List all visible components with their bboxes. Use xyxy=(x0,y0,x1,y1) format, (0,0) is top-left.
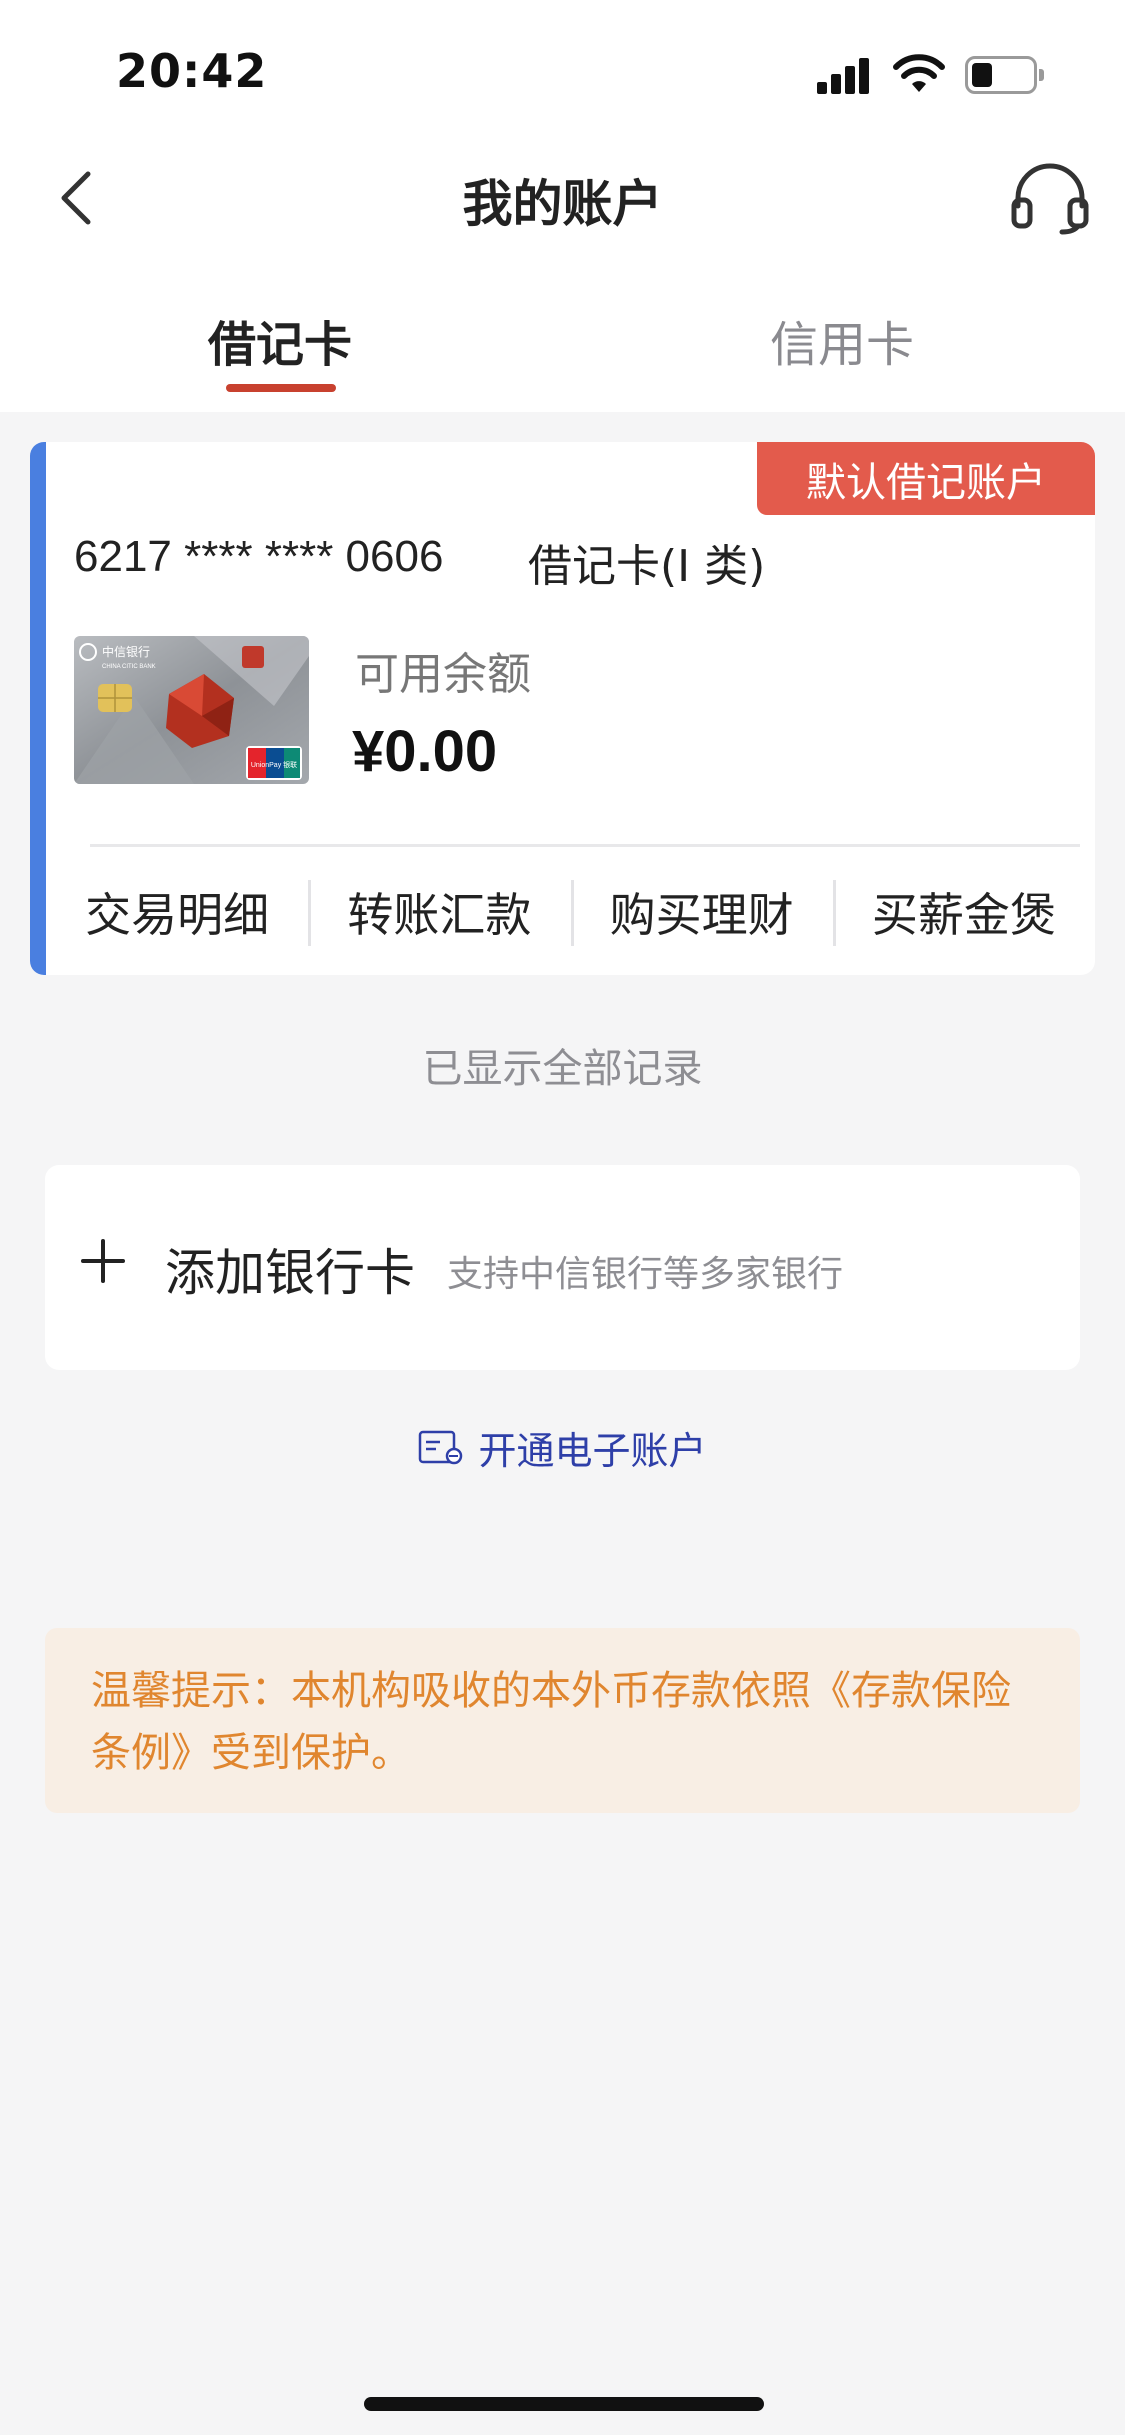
open-e-account-label: 开通电子账户 xyxy=(478,1429,707,1473)
card-number: 6217 **** **** 0606 xyxy=(74,532,444,581)
buy-wealth-product-button[interactable]: 购买理财 xyxy=(570,872,833,952)
plus-icon xyxy=(81,1239,125,1283)
top-area: 20:42 我的账户 借记卡 信用卡 xyxy=(0,0,1125,412)
tab-credit-card[interactable]: 信用卡 xyxy=(692,305,992,375)
active-tab-indicator xyxy=(226,384,336,392)
transfer-button[interactable]: 转账汇款 xyxy=(308,872,570,952)
balance-label: 可用余额 xyxy=(355,649,531,700)
card-bank-name: 中信银行 xyxy=(102,644,150,659)
page-title: 我的账户 xyxy=(462,175,663,233)
card-unionpay-logo: UnionPay 银联 xyxy=(251,760,297,769)
card-accent-bar xyxy=(30,442,46,975)
card-divider xyxy=(90,844,1080,847)
balance-value: ¥0.00 xyxy=(352,719,498,784)
status-time: 20:42 xyxy=(116,44,268,98)
card-actions: 交易明细 转账汇款 购买理财 买薪金煲 xyxy=(46,872,1095,952)
cellular-signal-icon xyxy=(817,52,873,98)
card-type: 借记卡(I 类) xyxy=(528,541,766,592)
wifi-icon xyxy=(893,54,945,92)
open-e-account-link[interactable]: 开通电子账户 xyxy=(0,1420,1125,1475)
records-status: 已显示全部记录 xyxy=(422,1046,703,1092)
e-card-icon xyxy=(419,1430,463,1464)
account-card[interactable]: 默认借记账户 6217 **** **** 0606 借记卡(I 类) 中信银行… xyxy=(30,442,1095,975)
card-bank-name-en: CHINA CITIC BANK xyxy=(102,664,156,670)
deposit-insurance-notice: 温馨提示：本机构吸收的本外币存款依照《存款保险条例》受到保护。 xyxy=(45,1628,1080,1813)
status-icons xyxy=(817,52,1047,98)
add-card-label: 添加银行卡 xyxy=(165,1244,415,1302)
tab-debit-card[interactable]: 借记卡 xyxy=(130,305,430,375)
battery-icon xyxy=(965,56,1044,94)
add-card-hint: 支持中信银行等多家银行 xyxy=(447,1254,844,1295)
default-account-badge: 默认借记账户 xyxy=(757,442,1095,515)
transaction-details-button[interactable]: 交易明细 xyxy=(46,872,308,952)
add-bank-card-button[interactable]: 添加银行卡 支持中信银行等多家银行 xyxy=(45,1165,1080,1370)
bank-card-image: 中信银行 CHINA CITIC BANK UnionPay 银联 xyxy=(74,636,309,784)
headset-icon[interactable] xyxy=(1010,160,1090,236)
home-indicator[interactable] xyxy=(364,2397,764,2411)
buy-salary-fund-button[interactable]: 买薪金煲 xyxy=(832,872,1095,952)
